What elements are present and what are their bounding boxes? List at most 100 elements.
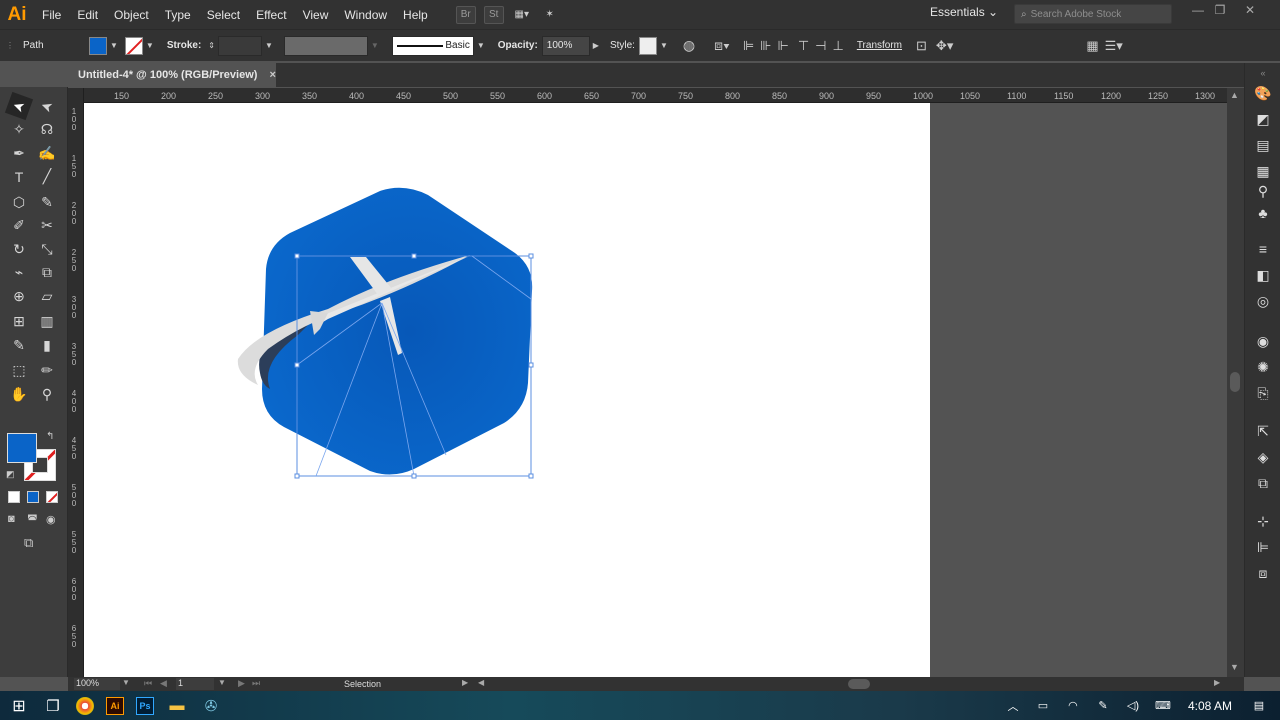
taskbar-clock[interactable]: 4:08 AM <box>1188 699 1232 713</box>
direct-selection-tool-icon[interactable]: ➤ <box>33 92 61 120</box>
network-icon[interactable]: ◠ <box>1062 695 1084 717</box>
draw-normal-icon[interactable]: ◙ <box>8 513 15 525</box>
artboard[interactable] <box>84 103 930 677</box>
perspective-grid-tool-icon[interactable]: ▱ <box>36 285 58 307</box>
graph-tool-icon[interactable]: ▮ <box>36 334 58 356</box>
magic-wand-tool-icon[interactable]: ✧ <box>8 119 30 141</box>
eyedropper-tool-icon[interactable]: ✎ <box>8 334 30 356</box>
polygon-tool-icon[interactable]: ⬡ <box>8 191 30 213</box>
export-icon[interactable]: ⇱ <box>1253 421 1273 441</box>
expand-panels-icon[interactable]: « <box>1253 63 1273 83</box>
artboards-icon[interactable]: ⧉ <box>1253 473 1273 493</box>
gpu-performance-icon[interactable]: ✶ <box>540 6 560 24</box>
show-hidden-icons-icon[interactable]: ︿ <box>1002 695 1024 717</box>
menu-type[interactable]: Type <box>157 0 199 29</box>
scale-tool-icon[interactable]: ⤡ <box>36 238 58 260</box>
swatches-icon[interactable]: ▦ <box>1253 161 1273 181</box>
scissors-tool-icon[interactable]: ✂ <box>36 215 58 237</box>
arrange-documents-icon[interactable]: ▦▾ <box>512 6 532 24</box>
draw-inside-icon[interactable]: ◉ <box>46 513 56 526</box>
scroll-thumb[interactable] <box>1230 372 1240 392</box>
volume-icon[interactable]: ◁) <box>1122 695 1144 717</box>
fill-swatch[interactable] <box>89 36 107 55</box>
isolate-object-icon[interactable]: ⊡ <box>916 38 927 54</box>
warp-tool-icon[interactable]: ⌁ <box>8 262 30 284</box>
action-center-icon[interactable]: ▤ <box>1248 695 1270 717</box>
battery-icon[interactable]: ▭ <box>1032 695 1054 717</box>
free-transform-tool-icon[interactable]: ⧉ <box>36 262 58 284</box>
menu-effect[interactable]: Effect <box>248 0 294 29</box>
puppet-warp-icon[interactable]: ✥▾ <box>936 38 953 54</box>
stroke-panel-icon[interactable]: ≡ <box>1253 239 1273 259</box>
pen-workspace-icon[interactable]: ✎ <box>1092 695 1114 717</box>
paintbrush-tool-icon[interactable]: ✎ <box>36 191 58 213</box>
windows-start-icon[interactable]: ⊞ <box>8 695 30 717</box>
hand-tool-icon[interactable]: ✋ <box>8 383 30 405</box>
menu-select[interactable]: Select <box>199 0 248 29</box>
chevron-down-icon[interactable]: ▼ <box>477 41 485 50</box>
align-right-icon[interactable]: ⊩ <box>778 38 789 54</box>
photoshop-taskbar-icon[interactable]: Ps <box>136 696 154 715</box>
chevron-right-icon[interactable]: ▶ <box>593 41 599 50</box>
line-segment-tool-icon[interactable]: ╱ <box>36 166 58 188</box>
cc-libraries-icon[interactable]: ▤ <box>1253 135 1273 155</box>
close-tab-icon[interactable]: × <box>269 69 275 81</box>
chrome-icon[interactable] <box>76 696 94 715</box>
fill-color-swatch[interactable] <box>7 433 37 463</box>
chevron-down-icon[interactable]: ▼ <box>265 41 273 50</box>
rotate-tool-icon[interactable]: ↻ <box>8 238 30 260</box>
file-explorer-icon[interactable]: ▬ <box>166 695 188 717</box>
menu-file[interactable]: File <box>34 0 69 29</box>
draw-behind-icon[interactable]: ◚ <box>27 513 38 526</box>
scroll-down-arrow-icon[interactable]: ▼ <box>1230 662 1239 672</box>
shaper-tool-icon[interactable]: ✐ <box>8 215 30 237</box>
graphic-style-swatch[interactable] <box>638 36 657 55</box>
task-view-icon[interactable]: ❐ <box>42 695 64 717</box>
graphic-styles-icon[interactable]: ✺ <box>1253 357 1273 377</box>
align-left-icon[interactable]: ⊫ <box>743 38 754 54</box>
menu-view[interactable]: View <box>295 0 337 29</box>
brush-definition[interactable]: Basic <box>391 35 474 56</box>
shape-builder-tool-icon[interactable]: ⊕ <box>8 285 30 307</box>
vertical-ruler[interactable]: 100 150 200 250 300 350 400 450 500 550 600 650 <box>68 88 84 677</box>
transform-link[interactable]: Transform <box>857 40 902 51</box>
layers-icon[interactable]: ◈ <box>1253 447 1273 467</box>
stock-icon[interactable]: St <box>483 5 504 24</box>
align-bottom-icon[interactable]: ⊥ <box>832 38 843 54</box>
stroke-weight-field[interactable] <box>218 35 262 56</box>
bridge-icon[interactable]: Br <box>455 5 476 24</box>
swap-fill-stroke-icon[interactable]: ↰ <box>46 431 54 442</box>
pen-tool-icon[interactable]: ✒ <box>8 142 30 164</box>
keyboard-icon[interactable]: ⌨ <box>1152 695 1174 717</box>
illustrator-taskbar-icon[interactable]: Ai <box>106 696 124 715</box>
canvas-area[interactable] <box>84 103 1227 677</box>
first-artboard-icon[interactable]: ⏮ <box>144 678 152 689</box>
horizontal-scroll-thumb[interactable] <box>848 679 870 689</box>
artwork[interactable] <box>84 103 930 677</box>
artboard-tool-icon[interactable]: ⬚ <box>8 360 30 382</box>
none-mode-icon[interactable] <box>46 491 58 503</box>
horizontal-ruler[interactable]: 150 200 250 300 350 400 450 500 550 600 650 700 750 8… <box>84 88 1227 103</box>
control-panel-menu-icon[interactable]: ☰▾ <box>1105 38 1123 54</box>
zoom-dropdown-icon[interactable]: ▼ <box>122 678 130 687</box>
search-adobe-stock-input[interactable]: ⌕ Search Adobe Stock <box>1014 4 1172 24</box>
opacity-field[interactable]: 100% <box>541 35 590 56</box>
align-panel-icon[interactable]: ⊫ <box>1253 537 1273 557</box>
variable-width-profile[interactable] <box>283 35 368 56</box>
chevron-down-icon[interactable]: ▼ <box>660 41 668 50</box>
align-top-icon[interactable]: ⊤ <box>798 38 809 54</box>
artboard-dropdown-icon[interactable]: ▼ <box>218 678 226 687</box>
chevron-down-icon[interactable]: ▼ <box>110 41 118 50</box>
menu-window[interactable]: Window <box>336 0 395 29</box>
workspace-switcher[interactable]: Essentials ⌄ <box>930 5 998 19</box>
appearance-panel-icon[interactable]: ◉ <box>1253 331 1273 351</box>
asset-export-icon[interactable]: ⎘ <box>1253 383 1273 403</box>
align-middle-icon[interactable]: ⊣ <box>815 38 826 54</box>
restore-window-icon[interactable]: ❐ <box>1210 3 1230 17</box>
arrange-panels-icon[interactable]: ▦ <box>1086 38 1098 54</box>
screen-mode-icon[interactable]: ⧉ <box>24 535 33 551</box>
transparency-panel-icon[interactable]: ◎ <box>1253 291 1273 311</box>
stroke-swatch[interactable] <box>124 36 143 55</box>
default-fill-stroke-icon[interactable]: ◩ <box>6 469 15 480</box>
symbols-icon[interactable]: ♣ <box>1253 203 1273 223</box>
